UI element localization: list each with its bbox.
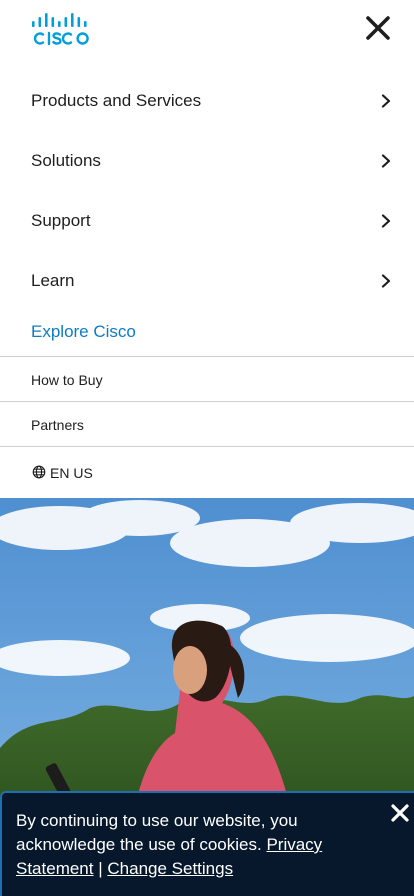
- header: [0, 0, 414, 62]
- close-icon[interactable]: [362, 12, 394, 44]
- link-separator: |: [98, 859, 103, 878]
- cookie-banner: By continuing to use our website, you ac…: [0, 791, 414, 896]
- explore-cisco-link[interactable]: Explore Cisco: [31, 322, 136, 342]
- how-to-buy-link[interactable]: How to Buy: [0, 356, 414, 402]
- globe-icon: [32, 465, 46, 479]
- language-label: EN US: [50, 464, 93, 481]
- how-to-buy-label: How to Buy: [31, 371, 103, 388]
- partners-label: Partners: [31, 416, 84, 433]
- menu-item-solutions[interactable]: Solutions: [0, 131, 414, 191]
- cookie-close-icon[interactable]: [390, 803, 410, 823]
- chevron-right-icon: [381, 94, 391, 108]
- language-selector[interactable]: EN US: [0, 446, 414, 499]
- menu-item-learn[interactable]: Learn: [0, 251, 414, 311]
- menu-item-label: Learn: [31, 271, 75, 290]
- main-menu: Products and Services Solutions Support …: [0, 71, 414, 311]
- menu-item-products-and-services[interactable]: Products and Services: [0, 71, 414, 131]
- chevron-right-icon: [381, 154, 391, 168]
- cisco-logo[interactable]: [31, 12, 91, 46]
- partners-link[interactable]: Partners: [0, 401, 414, 447]
- cookie-message: By continuing to use our website, you ac…: [16, 811, 298, 854]
- menu-item-label: Products and Services: [31, 91, 202, 110]
- menu-item-support[interactable]: Support: [0, 191, 414, 251]
- menu-item-label: Solutions: [31, 151, 101, 170]
- change-settings-link[interactable]: Change Settings: [107, 859, 233, 878]
- chevron-right-icon: [381, 214, 391, 228]
- menu-item-label: Support: [31, 211, 91, 230]
- chevron-right-icon: [381, 274, 391, 288]
- cookie-banner-text: By continuing to use our website, you ac…: [16, 809, 376, 881]
